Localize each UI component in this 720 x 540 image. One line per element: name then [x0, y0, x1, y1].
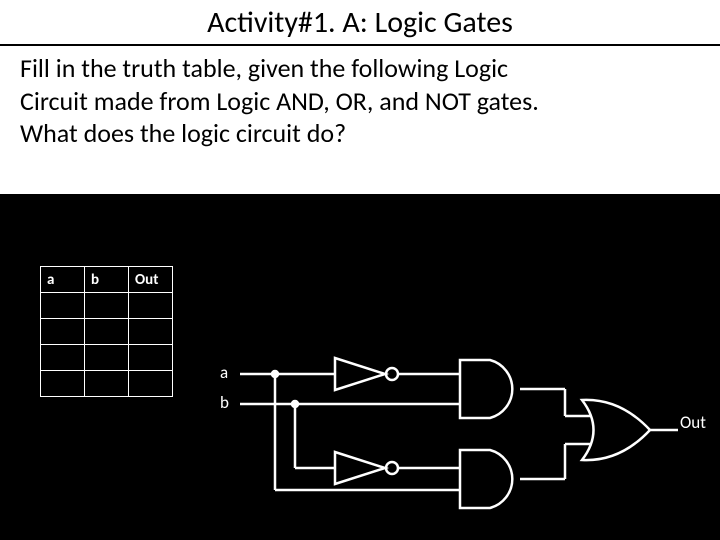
input-label-b: b — [220, 392, 229, 413]
table-header-row: a b Out — [41, 267, 173, 293]
table-row — [41, 319, 173, 345]
table-row — [41, 293, 173, 319]
col-header-a: a — [41, 267, 85, 293]
circuit-svg — [220, 350, 720, 530]
output-label: Out — [680, 412, 706, 433]
truth-table: a b Out — [40, 266, 173, 397]
logic-circuit-diagram: a b Out — [220, 350, 720, 530]
instructions: Fill in the truth table, given the follo… — [0, 46, 720, 194]
instructions-line-2: Circuit made from Logic AND, OR, and NOT… — [20, 85, 700, 118]
instructions-line-3: What does the logic circuit do? — [20, 117, 700, 150]
input-label-a: a — [220, 362, 228, 383]
col-header-out: Out — [129, 267, 173, 293]
table-row — [41, 371, 173, 397]
col-header-b: b — [85, 267, 129, 293]
slide-title: Activity#1. A: Logic Gates — [0, 0, 720, 46]
table-row — [41, 345, 173, 371]
instructions-line-1: Fill in the truth table, given the follo… — [20, 52, 700, 85]
